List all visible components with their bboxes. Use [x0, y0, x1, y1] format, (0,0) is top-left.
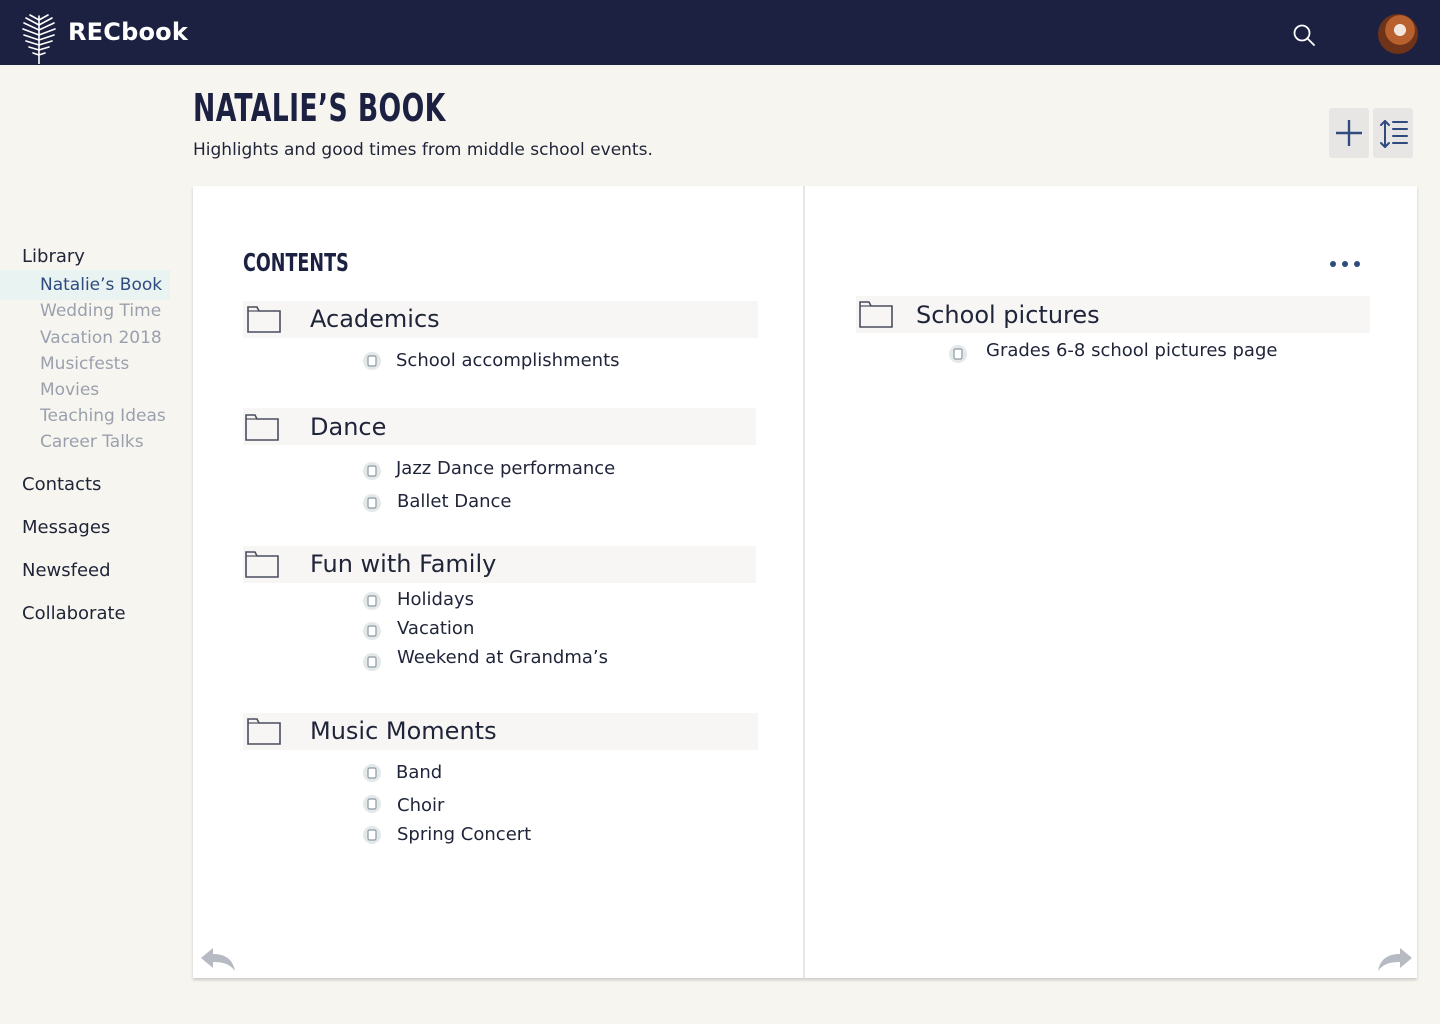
page-item-jazz-dance-performance[interactable]: Jazz Dance performance	[396, 458, 615, 479]
sidebar-item-movies[interactable]: Movies	[40, 380, 99, 400]
page-icon	[949, 345, 967, 363]
folder-icon	[245, 551, 279, 578]
sidebar-item-contacts[interactable]: Contacts	[22, 474, 101, 495]
page-item-vacation[interactable]: Vacation	[397, 618, 474, 639]
page-item-ballet-dance[interactable]: Ballet Dance	[397, 491, 512, 512]
sidebar-item-collaborate[interactable]: Collaborate	[22, 603, 126, 624]
page-icon	[363, 795, 381, 813]
sidebar-library[interactable]: Library	[22, 246, 85, 267]
avatar[interactable]	[1378, 14, 1418, 54]
page-icon	[363, 622, 381, 640]
sidebar-item-messages[interactable]: Messages	[22, 517, 110, 538]
page-item-grades-6-8-school-pictures[interactable]: Grades 6-8 school pictures page	[986, 340, 1277, 361]
section-title-academics[interactable]: Academics	[310, 305, 440, 333]
top-bar: RECbook	[0, 0, 1440, 65]
page-icon	[363, 764, 381, 782]
page-icon	[363, 462, 381, 480]
folder-icon	[247, 718, 281, 745]
section-title-fun-with-family[interactable]: Fun with Family	[310, 550, 496, 578]
folder-icon	[859, 301, 893, 328]
section-title-dance[interactable]: Dance	[310, 413, 386, 441]
page-icon	[363, 592, 381, 610]
page-item-weekend-at-grandmas[interactable]: Weekend at Grandma’s	[397, 647, 608, 668]
section-title-music-moments[interactable]: Music Moments	[310, 717, 497, 745]
page-item-spring-concert[interactable]: Spring Concert	[397, 824, 531, 845]
page-title: NATALIE’S BOOK	[193, 86, 446, 130]
sidebar-item-newsfeed[interactable]: Newsfeed	[22, 560, 111, 581]
page-icon	[363, 653, 381, 671]
folder-icon	[245, 414, 279, 441]
book-spine	[803, 186, 805, 978]
line-spacing-icon	[1380, 120, 1408, 148]
sidebar-item-teaching-ideas[interactable]: Teaching Ideas	[40, 406, 166, 426]
page-icon	[363, 494, 381, 512]
page-item-choir[interactable]: Choir	[397, 795, 444, 816]
add-button[interactable]	[1329, 108, 1369, 158]
page-icon	[363, 826, 381, 844]
palm-leaf-logo-icon[interactable]	[22, 14, 56, 64]
sidebar-item-career-talks[interactable]: Career Talks	[40, 432, 144, 452]
book: CONTENTS Academics School accomplishment…	[193, 186, 1417, 978]
page-item-school-accomplishments[interactable]: School accomplishments	[396, 350, 620, 371]
back-arrow-icon[interactable]	[199, 944, 237, 972]
app-name[interactable]: RECbook	[68, 18, 188, 46]
folder-icon	[247, 306, 281, 333]
page-item-holidays[interactable]: Holidays	[397, 589, 474, 610]
section-title-school-pictures[interactable]: School pictures	[916, 301, 1100, 329]
forward-arrow-icon[interactable]	[1376, 944, 1414, 972]
search-icon[interactable]	[1292, 23, 1316, 47]
page-icon	[363, 352, 381, 370]
contents-title: CONTENTS	[243, 248, 349, 277]
sidebar-item-vacation-2018[interactable]: Vacation 2018	[40, 328, 162, 348]
page-item-band[interactable]: Band	[396, 762, 442, 783]
sidebar-item-natalies-book[interactable]: Natalie’s Book	[40, 275, 162, 295]
sidebar-item-wedding-time[interactable]: Wedding Time	[40, 301, 161, 321]
more-dots-icon[interactable]	[1328, 258, 1362, 270]
page-subtitle: Highlights and good times from middle sc…	[193, 140, 653, 160]
plus-icon	[1336, 120, 1362, 146]
line-spacing-button[interactable]	[1373, 108, 1413, 158]
sidebar-item-musicfests[interactable]: Musicfests	[40, 354, 129, 374]
